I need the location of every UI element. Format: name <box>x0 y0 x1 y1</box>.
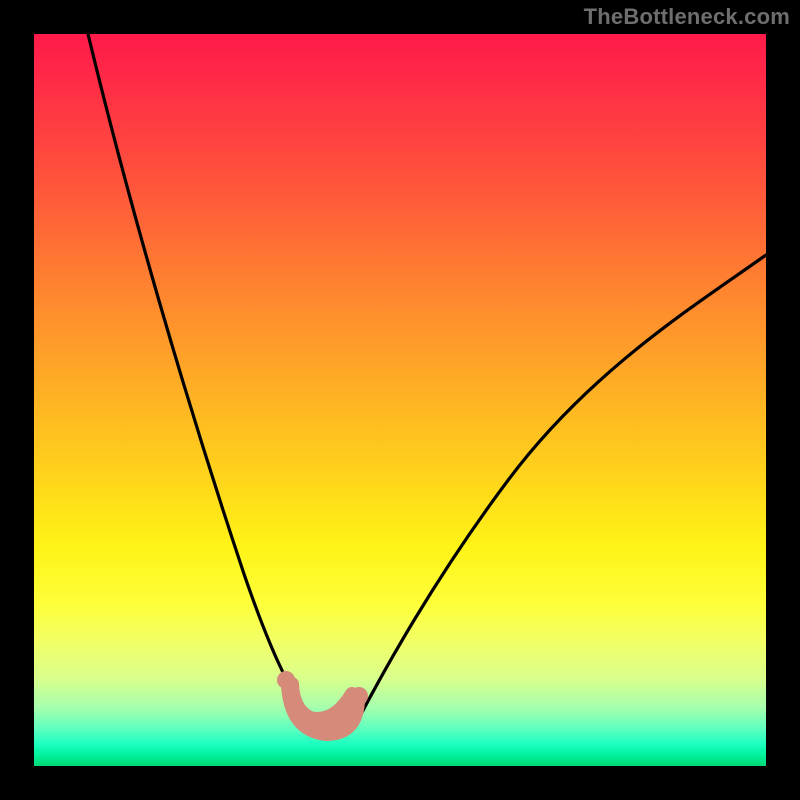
right-dot-icon <box>350 687 368 705</box>
trough-shape <box>288 684 358 734</box>
watermark-text: TheBottleneck.com <box>584 4 790 30</box>
curve-left <box>88 34 312 718</box>
chart-frame: TheBottleneck.com <box>0 0 800 800</box>
curve-layer <box>34 34 766 766</box>
left-dot-icon <box>277 671 295 689</box>
plot-area <box>34 34 766 766</box>
curve-right <box>359 255 766 718</box>
